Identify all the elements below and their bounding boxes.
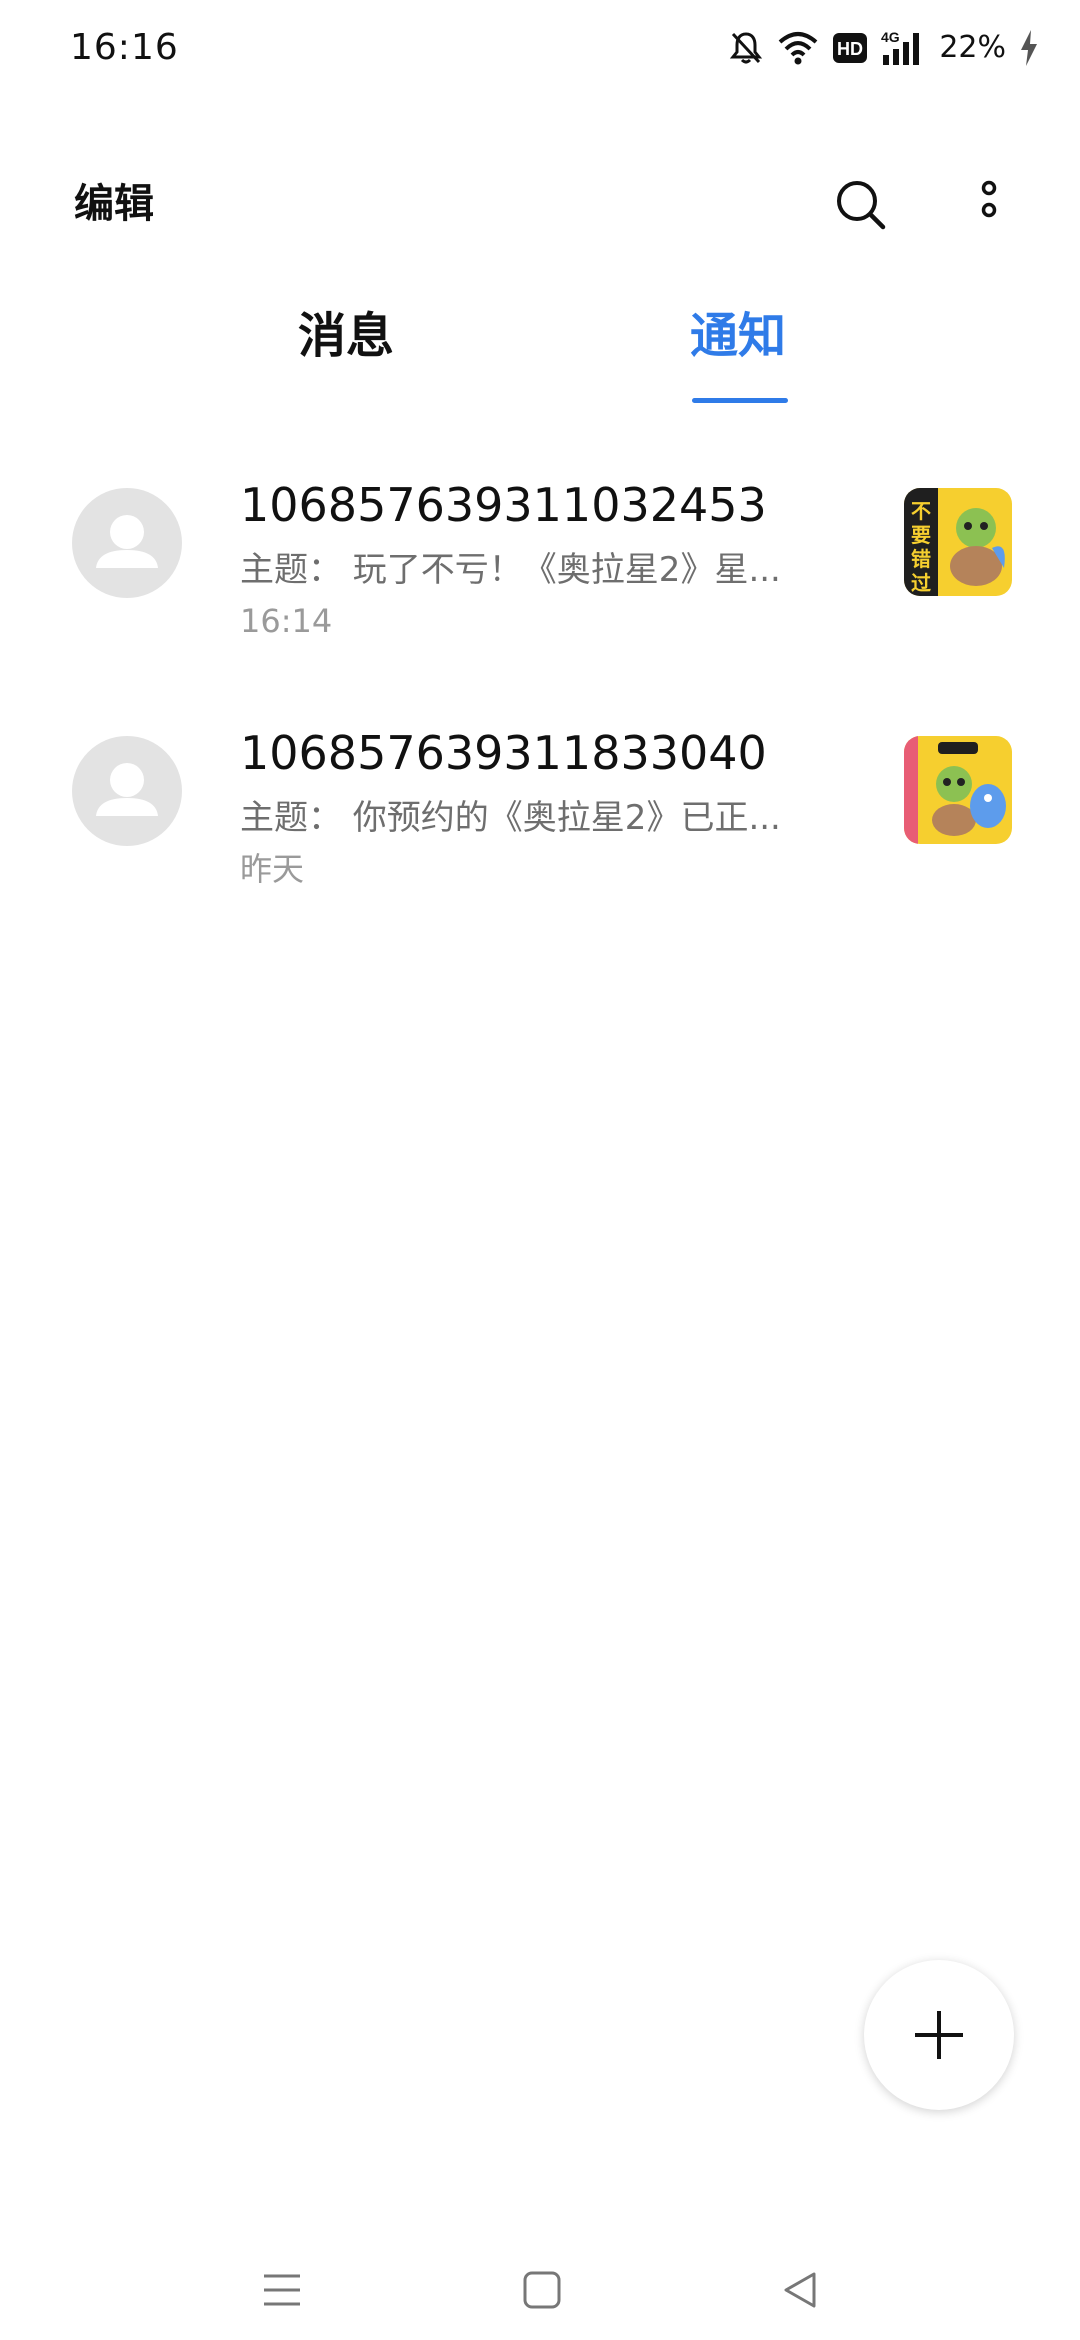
message-preview: 主题： 你预约的《奥拉星2》已正... — [240, 798, 781, 838]
hd-icon: HD — [833, 26, 868, 70]
tab-notifications[interactable]: 通知 — [690, 296, 786, 376]
edit-button[interactable]: 编辑 — [74, 174, 154, 234]
plus-icon — [915, 2011, 963, 2059]
more-vertical-icon — [981, 180, 997, 218]
cellular-signal-icon: 4G — [881, 26, 925, 70]
svg-text:过: 过 — [911, 571, 931, 595]
message-time: 16:14 — [240, 602, 333, 640]
search-icon — [837, 181, 886, 230]
svg-text:要: 要 — [911, 523, 931, 547]
message-preview: 主题： 玩了不亏！《奥拉星2》星... — [240, 550, 781, 590]
conversation-list: 106857639311032453 主题： 玩了不亏！《奥拉星2》星... 1… — [0, 470, 1080, 966]
charging-icon — [1020, 26, 1038, 70]
person-icon — [96, 763, 158, 816]
new-message-button[interactable] — [864, 1960, 1014, 2110]
menu-icon — [264, 2274, 300, 2306]
avatar — [72, 736, 182, 846]
home-square-icon — [523, 2271, 561, 2309]
svg-text:HD: HD — [837, 39, 863, 59]
svg-text:4G: 4G — [881, 29, 900, 45]
conversation-item[interactable]: 106857639311032453 主题： 玩了不亏！《奥拉星2》星... 1… — [0, 470, 1080, 718]
status-time: 16:16 — [70, 27, 179, 68]
nav-menu-button[interactable] — [252, 2260, 312, 2320]
search-button[interactable] — [826, 170, 896, 240]
app-header: 编辑 — [0, 160, 1080, 250]
back-triangle-icon — [784, 2272, 816, 2308]
tab-bar: 消息 通知 — [0, 296, 1080, 406]
nav-back-button[interactable] — [770, 2260, 830, 2320]
game-thumbnail — [904, 736, 1012, 844]
conversation-item[interactable]: 106857639311833040 主题： 你预约的《奥拉星2》已正... 昨… — [0, 718, 1080, 966]
avatar — [72, 488, 182, 598]
sender-number: 106857639311032453 — [240, 478, 767, 532]
wifi-icon — [777, 26, 819, 70]
message-time: 昨天 — [240, 850, 305, 888]
svg-text:不: 不 — [911, 499, 931, 523]
nav-home-button[interactable] — [512, 2260, 572, 2320]
active-tab-indicator — [692, 398, 788, 403]
svg-text:错: 错 — [911, 547, 931, 571]
status-icons: HD 4G 22% — [729, 26, 1038, 70]
game-thumbnail: 不 要 错 过 — [904, 488, 1012, 596]
more-options-button[interactable] — [954, 170, 1024, 240]
person-icon — [96, 515, 158, 568]
mute-bell-icon — [729, 26, 763, 70]
tab-messages[interactable]: 消息 — [298, 296, 394, 376]
status-bar: 16:16 HD 4G 22% — [0, 0, 1080, 96]
battery-percent: 22% — [939, 30, 1006, 65]
system-nav-bar — [0, 2240, 1080, 2340]
sender-number: 106857639311833040 — [240, 726, 767, 780]
